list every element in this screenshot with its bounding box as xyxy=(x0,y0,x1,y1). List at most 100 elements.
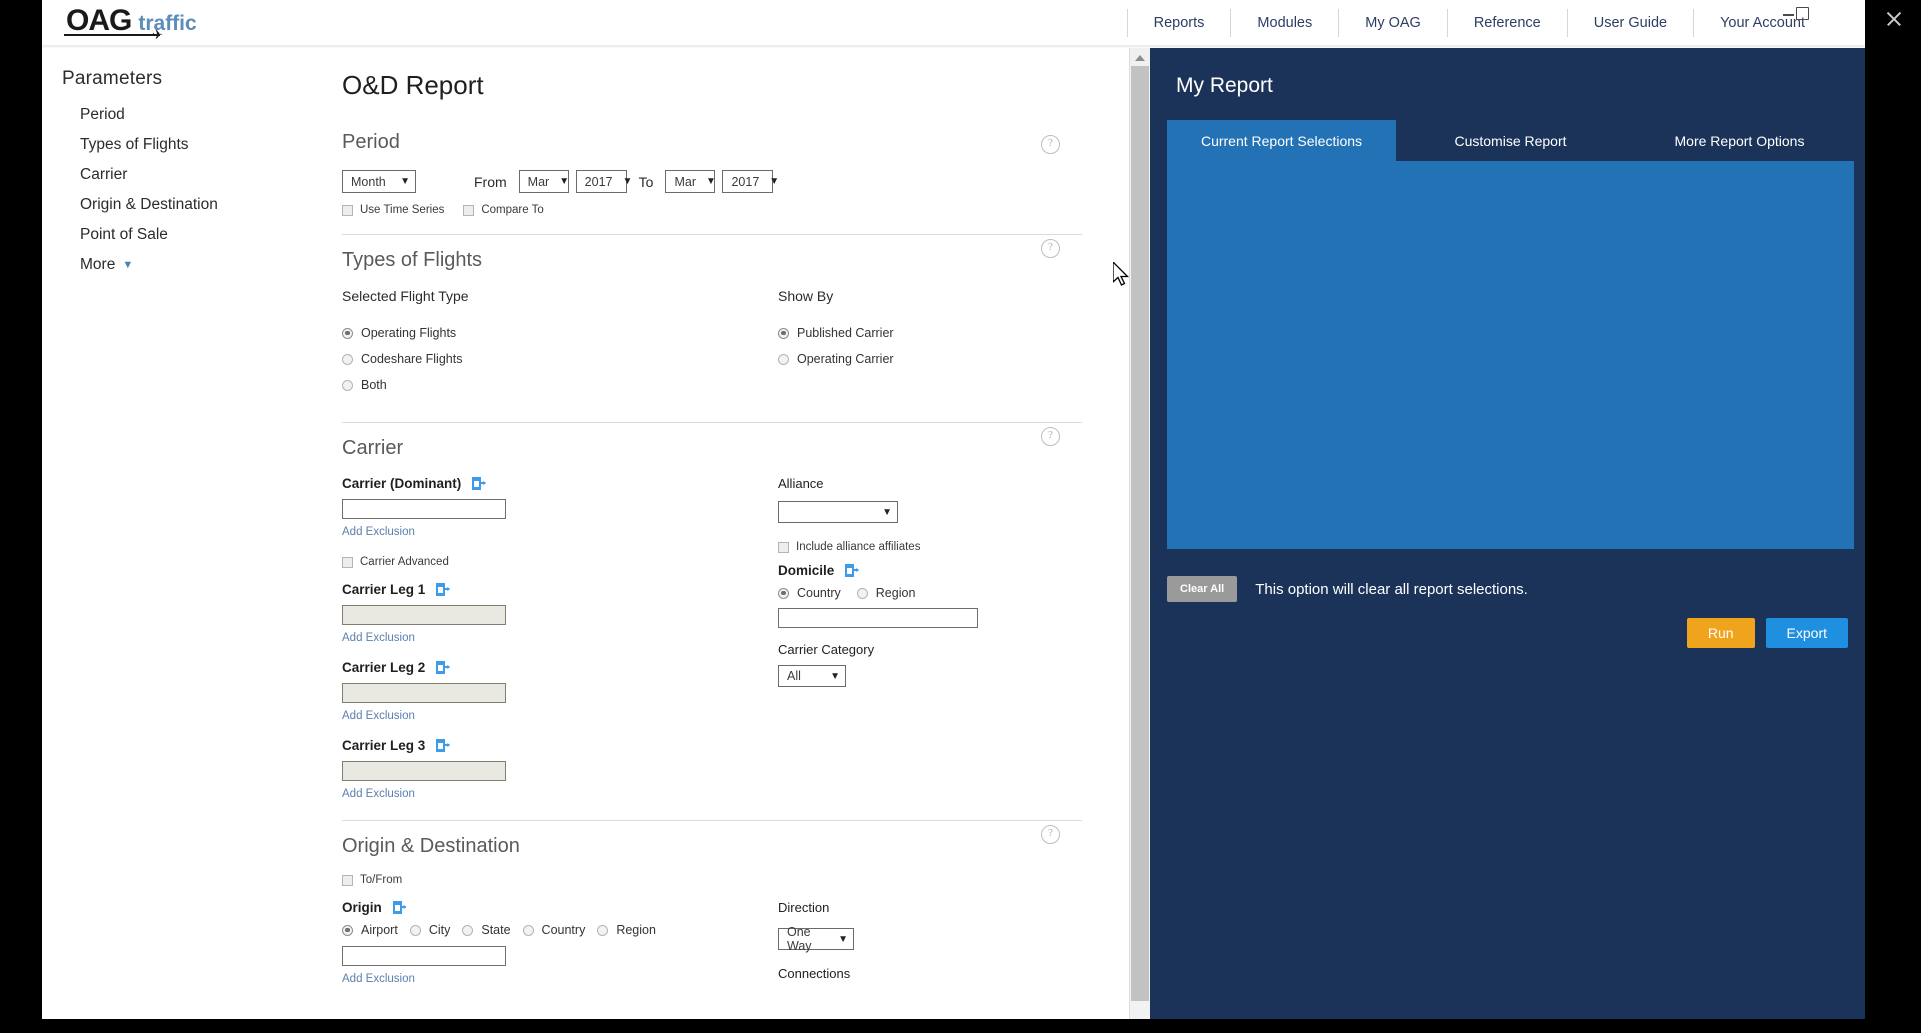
oag-traffic-logo[interactable]: OAG traffic xyxy=(66,6,197,36)
radio-operating-flights[interactable]: Operating Flights xyxy=(342,326,778,340)
carrier-leg1-input[interactable] xyxy=(342,605,506,625)
section-title-types-of-flights: Types of Flights xyxy=(342,249,483,271)
from-year-select[interactable]: 2017 ▼ xyxy=(575,170,632,193)
carrier-advanced-checkbox[interactable] xyxy=(342,556,353,568)
close-icon[interactable] xyxy=(1881,6,1907,32)
radio-origin-region[interactable]: Region xyxy=(597,923,656,937)
sidebar-item-types-of-flights[interactable]: Types of Flights xyxy=(62,130,282,160)
help-icon-period[interactable]: ? xyxy=(1041,135,1060,154)
radio-label: Published Carrier xyxy=(797,326,894,340)
to-year-select[interactable]: 2017 ▼ xyxy=(722,170,779,193)
clear-all-button[interactable]: Clear All xyxy=(1167,576,1238,602)
radio-codeshare-flights[interactable]: Codeshare Flights xyxy=(342,352,778,366)
radio-both-flights[interactable]: Both xyxy=(342,378,778,392)
logo-underline xyxy=(64,34,160,36)
report-actions: Run Export xyxy=(1686,618,1848,648)
to-from-checkbox[interactable] xyxy=(342,874,353,886)
origin-add-exclusion[interactable]: Add Exclusion xyxy=(342,973,415,985)
origin-input[interactable] xyxy=(342,946,506,966)
export-button[interactable]: Export xyxy=(1765,618,1848,648)
carrier-left-column: Carrier (Dominant) Add Exclusion Carrier… xyxy=(342,476,778,802)
from-year-value: 2017 xyxy=(584,174,613,189)
origin-label: Origin xyxy=(342,900,382,915)
nav-item-reports[interactable]: Reports xyxy=(1128,0,1231,45)
export-icon[interactable] xyxy=(436,739,451,752)
carrier-leg1-add-exclusion[interactable]: Add Exclusion xyxy=(342,632,415,644)
nav-item-modules[interactable]: Modules xyxy=(1231,0,1338,45)
sidebar-item-more-label: More xyxy=(80,256,116,273)
carrier-columns: Carrier (Dominant) Add Exclusion Carrier… xyxy=(342,476,1082,802)
include-alliance-affiliates-checkbox[interactable] xyxy=(778,541,789,553)
section-types-of-flights: ? Types of Flights Selected Flight Type … xyxy=(342,234,1082,422)
carrier-leg2-add-exclusion[interactable]: Add Exclusion xyxy=(342,710,415,722)
run-button[interactable]: Run xyxy=(1686,618,1755,648)
tab-customise-report[interactable]: Customise Report xyxy=(1396,120,1625,161)
radio-domicile-region[interactable]: Region xyxy=(856,586,915,600)
carrier-leg2-label-row: Carrier Leg 2 xyxy=(342,660,778,675)
page-title: O&D Report xyxy=(342,70,484,100)
radio-operating-carrier[interactable]: Operating Carrier xyxy=(778,352,1082,366)
sidebar-item-period[interactable]: Period xyxy=(62,100,282,130)
granularity-value: Month xyxy=(351,174,386,189)
radio-icon xyxy=(778,587,789,599)
scrollbar-thumb[interactable] xyxy=(1131,66,1149,1001)
export-icon[interactable] xyxy=(472,477,487,490)
nav-item-my-oag[interactable]: My OAG xyxy=(1339,0,1447,45)
radio-domicile-country[interactable]: Country xyxy=(778,586,841,600)
nav-item-reference[interactable]: Reference xyxy=(1448,0,1567,45)
sidebar-item-more[interactable]: More ▼ xyxy=(62,250,282,280)
granularity-select[interactable]: Month ▼ xyxy=(342,170,416,193)
to-year-value: 2017 xyxy=(731,174,760,189)
window-controls[interactable] xyxy=(1782,5,1809,27)
chevron-down-icon: ▼ xyxy=(830,670,840,682)
restore-icon[interactable] xyxy=(1796,7,1809,20)
radio-published-carrier[interactable]: Published Carrier xyxy=(778,326,1082,340)
carrier-category-select[interactable]: All ▼ xyxy=(778,665,846,687)
export-icon[interactable] xyxy=(392,901,407,914)
tab-more-report-options[interactable]: More Report Options xyxy=(1625,120,1854,161)
compare-to-checkbox[interactable] xyxy=(463,204,475,216)
domicile-input[interactable] xyxy=(778,608,978,628)
radio-origin-country[interactable]: Country xyxy=(522,923,585,937)
nav-item-your-account[interactable]: Your Account xyxy=(1694,0,1831,45)
scroll-up-arrow-icon[interactable] xyxy=(1130,48,1150,66)
help-icon-carrier[interactable]: ? xyxy=(1041,427,1060,446)
alliance-label: Alliance xyxy=(778,476,824,491)
period-checkboxes: Use Time Series Compare To xyxy=(342,204,1082,216)
chevron-down-icon: ▼ xyxy=(706,176,716,187)
export-icon[interactable] xyxy=(436,661,451,674)
sidebar-item-origin-destination[interactable]: Origin & Destination xyxy=(62,190,282,220)
radio-origin-airport[interactable]: Airport xyxy=(342,923,398,937)
help-icon-origin-destination[interactable]: ? xyxy=(1041,825,1060,844)
radio-icon xyxy=(856,587,868,599)
use-time-series-checkbox[interactable] xyxy=(342,204,353,216)
radio-origin-state[interactable]: State xyxy=(462,923,511,937)
carrier-dominant-input[interactable] xyxy=(342,499,506,519)
section-period: ? Period Month ▼ From Mar ▼ 2017 ▼ To Mar ▼ … xyxy=(342,131,1082,234)
carrier-dominant-add-exclusion[interactable]: Add Exclusion xyxy=(342,526,415,538)
page-scrollbar[interactable] xyxy=(1129,48,1150,1019)
to-month-select[interactable]: Mar ▼ xyxy=(665,170,716,193)
carrier-dominant-label-row: Carrier (Dominant) xyxy=(342,476,778,491)
alliance-select[interactable]: ▼ xyxy=(778,501,898,523)
carrier-leg3-add-exclusion[interactable]: Add Exclusion xyxy=(342,788,415,800)
export-icon[interactable] xyxy=(436,583,451,596)
from-month-select[interactable]: Mar ▼ xyxy=(518,170,569,193)
carrier-leg2-input[interactable] xyxy=(342,683,506,703)
radio-origin-city[interactable]: City xyxy=(409,923,450,937)
sidebar-item-carrier[interactable]: Carrier xyxy=(62,160,282,190)
radio-label: Region xyxy=(616,923,656,937)
minimize-icon[interactable] xyxy=(1783,14,1794,16)
to-label: To xyxy=(638,173,654,190)
tab-current-report-selections[interactable]: Current Report Selections xyxy=(1167,120,1396,161)
export-icon[interactable] xyxy=(845,564,860,577)
help-icon-types-of-flights[interactable]: ? xyxy=(1041,239,1060,258)
sidebar-item-point-of-sale[interactable]: Point of Sale xyxy=(62,220,282,250)
chevron-down-icon: ▼ xyxy=(769,176,780,187)
nav-item-user-guide[interactable]: User Guide xyxy=(1568,0,1693,45)
direction-select[interactable]: One Way ▼ xyxy=(778,925,854,953)
carrier-leg3-input[interactable] xyxy=(342,761,506,781)
chevron-down-icon: ▼ xyxy=(400,176,410,187)
carrier-right-column: Alliance ▼ Include alliance affiliates D… xyxy=(778,476,1082,802)
include-affiliates-row: Include alliance affiliates xyxy=(778,541,1082,553)
